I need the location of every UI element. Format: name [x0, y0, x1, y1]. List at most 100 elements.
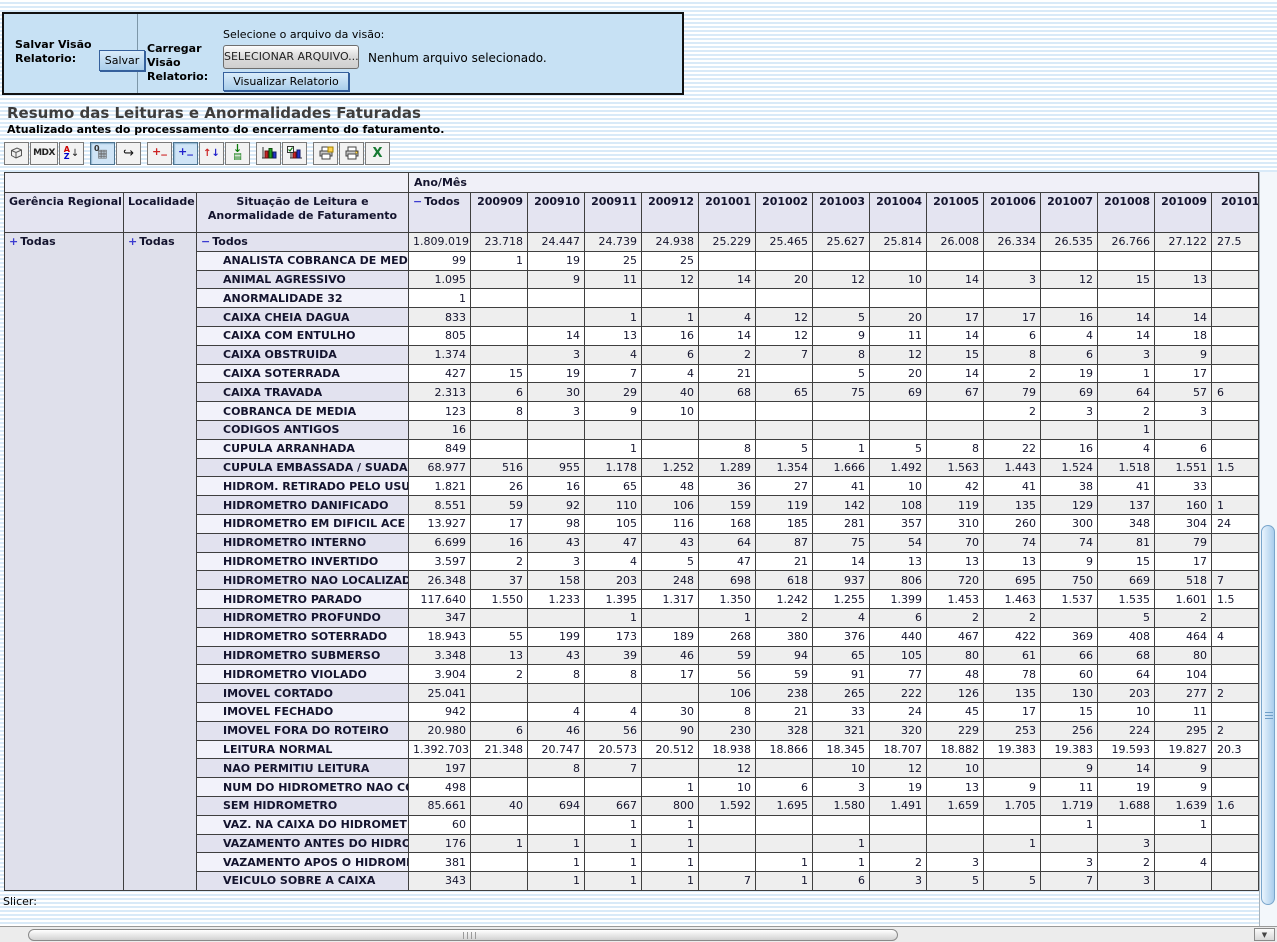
header-month-200912: 200912: [642, 193, 699, 233]
vertical-scrollbar-thumb[interactable]: [1261, 525, 1275, 905]
cell-200912: 20.512: [642, 740, 699, 759]
cell-201006: 9: [984, 778, 1041, 797]
cell-200912: 1: [642, 872, 699, 891]
cell-201002: 7: [756, 345, 813, 364]
cell-201004: 108: [870, 496, 927, 515]
swap-axes-icon[interactable]: ↪: [116, 142, 141, 165]
view-report-button[interactable]: Visualizar Relatorio: [223, 72, 349, 91]
cell-200911: 1: [585, 872, 642, 891]
collapse-icon[interactable]: −: [413, 195, 422, 208]
export-excel-icon[interactable]: X: [365, 142, 390, 165]
cell-201007: 74: [1041, 533, 1098, 552]
cell-201001: 2: [699, 345, 756, 364]
cell-todos: 68.977: [409, 458, 471, 477]
cell-201003: 1.666: [813, 458, 870, 477]
cell-201006: 74: [984, 533, 1041, 552]
olap-navigator-cube-icon[interactable]: [4, 142, 29, 165]
header-month-201001: 201001: [699, 193, 756, 233]
cell-partial: [1212, 552, 1259, 571]
cell-201005: 18.882: [927, 740, 984, 759]
cell-201002: [756, 364, 813, 383]
print-config-icon[interactable]: [313, 142, 338, 165]
show-chart-icon[interactable]: [256, 142, 281, 165]
cell-201004: 25.814: [870, 233, 927, 252]
row-label: LEITURA NORMAL: [197, 740, 409, 759]
expand-icon[interactable]: +: [128, 235, 137, 248]
cell-201002: 65: [756, 383, 813, 402]
mdx-editor-button[interactable]: MDX: [30, 142, 58, 165]
row-label: CAIXA OBSTRUIDA: [197, 345, 409, 364]
cell-201005: 126: [927, 684, 984, 703]
cell-201008: 19.593: [1098, 740, 1155, 759]
cell-partial: [1212, 872, 1259, 891]
cell-201002: 27: [756, 477, 813, 496]
horizontal-scrollbar-thumb[interactable]: [28, 929, 898, 941]
cell-todos: 176: [409, 834, 471, 853]
collapse-icon[interactable]: −: [201, 235, 210, 248]
select-file-button[interactable]: SELECIONAR ARQUIVO...: [223, 45, 359, 69]
cell-201006: 13: [984, 552, 1041, 571]
cell-201004: [870, 402, 927, 421]
zero-glyph: 0: [94, 144, 100, 153]
drill-through-glyph: ↓▤: [233, 145, 242, 161]
cell-201007: 3: [1041, 402, 1098, 421]
cell-201001: [699, 420, 756, 439]
drill-replace-icon[interactable]: ↑↓: [199, 142, 224, 165]
cell-201005: 467: [927, 627, 984, 646]
dimension-value: Todas: [20, 235, 55, 248]
cell-201004: [870, 834, 927, 853]
cell-201001: [699, 834, 756, 853]
row-label: HIDROMETRO SOTERRADO: [197, 627, 409, 646]
cell-200909: [471, 759, 528, 778]
drill-member-icon[interactable]: +−: [147, 142, 172, 165]
cell-partial: 6: [1212, 383, 1259, 402]
cell-200910: 14: [528, 326, 585, 345]
expand-icon[interactable]: +: [9, 235, 18, 248]
cell-201001: [699, 853, 756, 872]
cell-201004: 10: [870, 477, 927, 496]
cell-201003: 33: [813, 702, 870, 721]
chart-config-icon[interactable]: [282, 142, 307, 165]
cell-201003: 8: [813, 345, 870, 364]
header-situacao-line1: Situação de Leitura e: [236, 195, 368, 208]
cell-201009: [1155, 420, 1212, 439]
cell-201004: 806: [870, 571, 927, 590]
drill-position-icon[interactable]: +−: [173, 142, 198, 165]
cell-201007: 9: [1041, 552, 1098, 571]
sort-az-icon[interactable]: AZ ↓: [59, 142, 84, 165]
cell-201001: 230: [699, 721, 756, 740]
cell-201002: 25.465: [756, 233, 813, 252]
row-label: VAZAMENTO ANTES DO HIDROM: [197, 834, 409, 853]
measure-label: Todos: [424, 195, 460, 208]
save-view-section: Salvar Visão Relatorio: Salvar: [4, 14, 138, 93]
scrollbar-down-button[interactable]: ▼: [1254, 928, 1275, 941]
header-month-201004: 201004: [870, 193, 927, 233]
drill-through-icon[interactable]: ↓▤: [225, 142, 250, 165]
cell-todos: 2.313: [409, 383, 471, 402]
cell-todos: 13.927: [409, 514, 471, 533]
cell-201004: [870, 251, 927, 270]
row-label: COBRANCA DE MEDIA: [197, 402, 409, 421]
row-label: HIDROM. RETIRADO PELO USU: [197, 477, 409, 496]
cell-201006: [984, 815, 1041, 834]
cell-201004: 18.707: [870, 740, 927, 759]
row-label: CAIXA COM ENTULHO: [197, 326, 409, 345]
header-month-200909: 200909: [471, 193, 528, 233]
cell-partial: [1212, 477, 1259, 496]
cell-todos: 6.699: [409, 533, 471, 552]
cell-201007: 256: [1041, 721, 1098, 740]
cell-201008: 64: [1098, 383, 1155, 402]
row-label: HIDROMETRO SUBMERSO: [197, 646, 409, 665]
cell-201009: 277: [1155, 684, 1212, 703]
cell-201005: 5: [927, 872, 984, 891]
suppress-empty-cells-icon[interactable]: 0 ▦: [90, 142, 115, 165]
cell-201003: 75: [813, 533, 870, 552]
cell-201007: 369: [1041, 627, 1098, 646]
cell-201005: 42: [927, 477, 984, 496]
print-icon[interactable]: [339, 142, 364, 165]
cell-200912: 24.938: [642, 233, 699, 252]
cell-201009: 160: [1155, 496, 1212, 515]
cell-200910: [528, 439, 585, 458]
cell-201003: [813, 402, 870, 421]
horizontal-scrollbar[interactable]: [0, 926, 1277, 942]
